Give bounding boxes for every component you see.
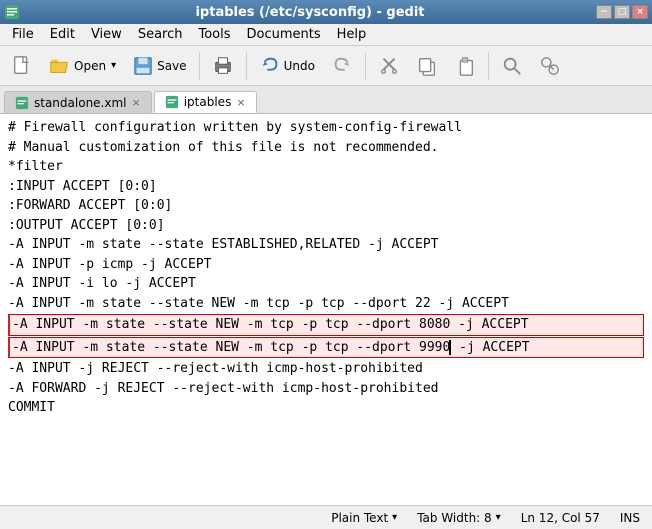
tab-standalone-close[interactable]: × [132,97,141,108]
tabs-bar: standalone.xml × iptables × [0,86,652,114]
cursor-position-label: Ln 12, Col 57 [521,511,600,525]
print-icon [212,55,234,77]
open-icon [49,55,71,77]
tab-width-status[interactable]: Tab Width: 8 ▾ [417,511,501,525]
replace-icon [539,55,561,77]
save-label: Save [157,59,186,73]
tab-width-label: Tab Width: 8 [417,511,491,525]
tab-standalone-label: standalone.xml [34,96,127,110]
editor-line: # Manual customization of this file is n… [8,138,644,158]
open-label: Open [74,59,106,73]
open-arrow: ▾ [111,60,116,71]
editor-line: -A INPUT -m state --state NEW -m tcp -p … [8,314,644,336]
redo-icon [331,55,353,77]
menu-help[interactable]: Help [329,25,375,44]
title-bar-left [0,4,24,20]
undo-icon [259,55,281,77]
redo-button[interactable] [324,50,360,82]
undo-button[interactable]: Undo [252,50,322,82]
menu-search[interactable]: Search [130,25,191,44]
tab-iptables-label: iptables [184,95,232,109]
editor-line: -A INPUT -m state --state NEW -m tcp -p … [8,337,644,359]
menu-file[interactable]: File [4,25,42,44]
editor-line: -A INPUT -p icmp -j ACCEPT [8,255,644,275]
find-icon [501,55,523,77]
window-controls: − □ × [596,5,652,19]
text-type-label: Plain Text [331,511,388,525]
save-button[interactable]: Save [125,50,193,82]
text-type-status[interactable]: Plain Text ▾ [331,511,397,525]
tab-standalone-xml[interactable]: standalone.xml × [4,91,152,113]
print-button[interactable] [205,50,241,82]
insert-mode-label: INS [620,511,640,525]
menu-tools[interactable]: Tools [190,25,238,44]
menu-documents[interactable]: Documents [239,25,329,44]
editor-line: :OUTPUT ACCEPT [0:0] [8,216,644,236]
editor-line: # Firewall configuration written by syst… [8,118,644,138]
editor-line: COMMIT [8,398,644,418]
xml-tab-icon [15,96,29,110]
text-type-arrow: ▾ [392,512,397,523]
editor-line: -A INPUT -m state --state ESTABLISHED,RE… [8,235,644,255]
editor-line: -A INPUT -j REJECT --reject-with icmp-ho… [8,359,644,379]
paste-button[interactable] [447,50,483,82]
editor-container: # Firewall configuration written by syst… [0,114,652,505]
insert-mode-status: INS [620,511,640,525]
iptables-tab-icon [165,95,179,109]
undo-label: Undo [284,59,315,73]
tab-iptables[interactable]: iptables × [154,91,257,113]
cut-icon [378,55,400,77]
title-bar: iptables (/etc/sysconfig) - gedit − □ × [0,0,652,24]
separator-2 [246,52,247,80]
editor-line: -A FORWARD -j REJECT --reject-with icmp-… [8,379,644,399]
tab-width-arrow: ▾ [496,512,501,523]
open-button[interactable]: Open ▾ [42,50,123,82]
save-icon [132,55,154,77]
status-bar: Plain Text ▾ Tab Width: 8 ▾ Ln 12, Col 5… [0,505,652,529]
new-icon [11,55,33,77]
maximize-button[interactable]: □ [614,5,630,19]
menu-edit[interactable]: Edit [42,25,83,44]
editor-line: :INPUT ACCEPT [0:0] [8,177,644,197]
separator-4 [488,52,489,80]
editor-line: -A INPUT -i lo -j ACCEPT [8,274,644,294]
cursor-position-status: Ln 12, Col 57 [521,511,600,525]
editor-content[interactable]: # Firewall configuration written by syst… [0,114,652,505]
tab-iptables-close[interactable]: × [236,97,245,108]
copy-button[interactable] [409,50,445,82]
app-icon [4,4,20,20]
replace-button[interactable] [532,50,568,82]
minimize-button[interactable]: − [596,5,612,19]
separator-1 [199,52,200,80]
cut-button[interactable] [371,50,407,82]
window-title: iptables (/etc/sysconfig) - gedit [24,5,596,20]
editor-line: -A INPUT -m state --state NEW -m tcp -p … [8,294,644,314]
copy-icon [416,55,438,77]
separator-3 [365,52,366,80]
menu-bar: File Edit View Search Tools Documents He… [0,24,652,46]
menu-view[interactable]: View [83,25,130,44]
editor-line: *filter [8,157,644,177]
close-button[interactable]: × [632,5,648,19]
paste-icon [454,55,476,77]
editor-line: :FORWARD ACCEPT [0:0] [8,196,644,216]
toolbar: Open ▾ Save Undo [0,46,652,86]
new-button[interactable] [4,50,40,82]
find-button[interactable] [494,50,530,82]
